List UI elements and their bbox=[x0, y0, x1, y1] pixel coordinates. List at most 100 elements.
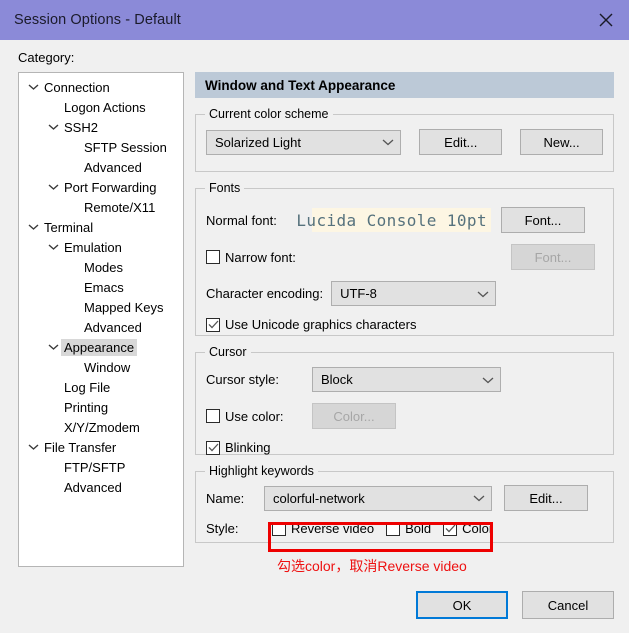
group-highlight-keywords: Highlight keywords Name: colorful-networ… bbox=[195, 464, 614, 543]
reverse-video-checkbox-wrap[interactable]: Reverse video bbox=[272, 521, 374, 536]
category-tree[interactable]: Connection Logon Actions SSH2 SFTP Session A… bbox=[18, 72, 184, 567]
color-scheme-edit-button[interactable]: Edit... bbox=[419, 129, 503, 155]
tree-item-advanced[interactable]: Advanced bbox=[19, 157, 183, 177]
tree-item-label: Advanced bbox=[84, 159, 142, 175]
narrow-font-checkbox-wrap[interactable]: Narrow font: bbox=[206, 250, 501, 265]
bold-checkbox-wrap[interactable]: Bold bbox=[386, 521, 431, 536]
group-current-color-scheme: Current color scheme Solarized Light Edi… bbox=[195, 107, 614, 172]
chevron-down-icon[interactable] bbox=[25, 443, 41, 451]
normal-font-value: Lucida Console 10pt bbox=[296, 208, 491, 232]
tree-item-advanced[interactable]: Advanced bbox=[19, 317, 183, 337]
color-checkbox-wrap[interactable]: Color bbox=[443, 521, 493, 536]
tree-item-terminal[interactable]: Terminal bbox=[19, 217, 183, 237]
highlight-name-value: colorful-network bbox=[273, 490, 365, 506]
normal-font-button[interactable]: Font... bbox=[501, 207, 585, 233]
tree-item-label: Window bbox=[84, 359, 131, 375]
highlight-style-label: Style: bbox=[206, 521, 239, 536]
tree-item-label: Logon Actions bbox=[64, 99, 146, 115]
character-encoding-select[interactable]: UTF-8 bbox=[331, 281, 497, 306]
character-encoding-label: Character encoding: bbox=[206, 286, 324, 301]
tree-item-appearance[interactable]: Appearance bbox=[19, 337, 183, 357]
chevron-down-icon bbox=[477, 290, 489, 298]
bold-label: Bold bbox=[405, 521, 432, 536]
tree-item-label: Terminal bbox=[44, 219, 94, 235]
blinking-label: Blinking bbox=[225, 440, 271, 455]
group-title-cursor: Cursor bbox=[205, 345, 251, 359]
cursor-style-value: Block bbox=[321, 372, 353, 387]
tree-item-connection[interactable]: Connection bbox=[19, 77, 183, 97]
tree-item-label: Port Forwarding bbox=[64, 179, 157, 195]
unicode-graphics-checkbox-wrap[interactable]: Use Unicode graphics characters bbox=[206, 317, 416, 332]
tree-item-window[interactable]: Window bbox=[19, 357, 183, 377]
tree-item-log-file[interactable]: Log File bbox=[19, 377, 183, 397]
tree-item-label: X/Y/Zmodem bbox=[64, 419, 140, 435]
tree-item-label: FTP/SFTP bbox=[64, 459, 126, 475]
reverse-video-label: Reverse video bbox=[291, 521, 375, 536]
dialog-footer: OK Cancel bbox=[416, 591, 614, 619]
tree-item-emacs[interactable]: Emacs bbox=[19, 277, 183, 297]
tree-item-label: SFTP Session bbox=[84, 139, 167, 155]
tree-item-label: Log File bbox=[64, 379, 111, 395]
highlight-edit-button[interactable]: Edit... bbox=[504, 485, 588, 511]
tree-item-advanced[interactable]: Advanced bbox=[19, 477, 183, 497]
chevron-down-icon bbox=[382, 138, 394, 146]
group-title-fonts: Fonts bbox=[205, 181, 245, 195]
tree-item-label: Emulation bbox=[64, 239, 122, 255]
use-color-checkbox-wrap[interactable]: Use color: bbox=[206, 409, 312, 424]
bold-checkbox[interactable] bbox=[386, 521, 401, 536]
panel-title: Window and Text Appearance bbox=[195, 72, 614, 98]
tree-item-port-forwarding[interactable]: Port Forwarding bbox=[19, 177, 183, 197]
chevron-down-icon[interactable] bbox=[25, 223, 41, 231]
chevron-down-icon[interactable] bbox=[45, 243, 61, 251]
tree-item-modes[interactable]: Modes bbox=[19, 257, 183, 277]
ok-button[interactable]: OK bbox=[416, 591, 508, 619]
color-checkbox[interactable] bbox=[443, 521, 458, 536]
group-title-color-scheme: Current color scheme bbox=[205, 107, 333, 121]
dialog-body: Category: Connection Logon Actions SSH2 SFT… bbox=[0, 40, 629, 633]
group-title-highlight-keywords: Highlight keywords bbox=[205, 464, 318, 478]
close-icon[interactable] bbox=[583, 0, 629, 40]
tree-item-label: Remote/X11 bbox=[84, 199, 156, 215]
tree-item-ssh2[interactable]: SSH2 bbox=[19, 117, 183, 137]
chevron-down-icon[interactable] bbox=[25, 83, 41, 91]
color-scheme-new-button[interactable]: New... bbox=[520, 129, 603, 155]
tree-item-x-y-zmodem[interactable]: X/Y/Zmodem bbox=[19, 417, 183, 437]
unicode-graphics-label: Use Unicode graphics characters bbox=[225, 317, 417, 332]
tree-item-label: SSH2 bbox=[64, 119, 98, 135]
tree-item-mapped-keys[interactable]: Mapped Keys bbox=[19, 297, 183, 317]
highlight-name-label: Name: bbox=[206, 490, 245, 506]
highlight-name-select[interactable]: colorful-network bbox=[264, 485, 492, 511]
chevron-down-icon[interactable] bbox=[45, 123, 61, 131]
tree-item-printing[interactable]: Printing bbox=[19, 397, 183, 417]
chevron-down-icon[interactable] bbox=[45, 183, 61, 191]
tree-item-label: Advanced bbox=[64, 479, 122, 495]
tree-item-label: Appearance bbox=[61, 338, 138, 356]
blinking-checkbox-wrap[interactable]: Blinking bbox=[206, 440, 271, 455]
chevron-down-icon[interactable] bbox=[45, 343, 61, 351]
cancel-button[interactable]: Cancel bbox=[522, 591, 614, 619]
tree-item-logon-actions[interactable]: Logon Actions bbox=[19, 97, 183, 117]
cursor-color-button: Color... bbox=[312, 403, 396, 429]
reverse-video-checkbox[interactable] bbox=[272, 521, 286, 536]
window-titlebar: Session Options - Default bbox=[0, 0, 629, 40]
tree-item-remote-x11[interactable]: Remote/X11 bbox=[19, 197, 183, 217]
annotation-note: 勾选color，取消Reverse video bbox=[277, 558, 467, 574]
tree-item-file-transfer[interactable]: File Transfer bbox=[19, 437, 183, 457]
unicode-graphics-checkbox[interactable] bbox=[206, 317, 220, 332]
chevron-down-icon bbox=[482, 376, 494, 384]
color-scheme-select[interactable]: Solarized Light bbox=[206, 129, 402, 155]
tree-item-label: Modes bbox=[84, 259, 124, 275]
blinking-checkbox[interactable] bbox=[206, 440, 220, 455]
tree-item-label: Advanced bbox=[84, 319, 142, 335]
narrow-font-label: Narrow font: bbox=[225, 249, 296, 265]
narrow-font-checkbox[interactable] bbox=[206, 250, 220, 264]
group-fonts: Fonts Normal font: Lucida Console 10pt F… bbox=[195, 181, 614, 336]
tree-item-sftp-session[interactable]: SFTP Session bbox=[19, 137, 183, 157]
cursor-style-label: Cursor style: bbox=[206, 372, 279, 387]
tree-item-label: File Transfer bbox=[44, 439, 117, 455]
tree-item-ftp-sftp[interactable]: FTP/SFTP bbox=[19, 457, 183, 477]
cursor-style-select[interactable]: Block bbox=[312, 367, 501, 392]
use-color-checkbox[interactable] bbox=[206, 409, 220, 423]
category-label: Category: bbox=[18, 50, 75, 65]
tree-item-emulation[interactable]: Emulation bbox=[19, 237, 183, 257]
